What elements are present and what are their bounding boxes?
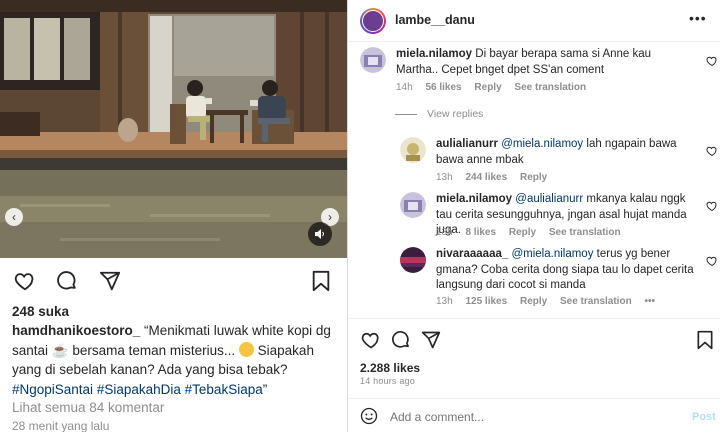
chevron-right-icon: › [328,210,332,224]
post-action-bar [12,268,334,294]
comment-text: nivaraaaaaa_ @miela.nilamoy terus yg ben… [436,247,694,294]
divider-line [395,113,417,115]
bookmark-icon [697,330,713,350]
emoji-icon[interactable] [360,407,378,425]
post-action-bar [348,318,720,398]
avatar[interactable] [400,192,426,218]
comment-likes[interactable]: 125 likes [465,296,507,307]
comments-panel: lambe__danu ••• miela.nilamoy Di bayar b… [348,0,720,432]
hashtag-tebaksiapa[interactable]: #TebakSiapa [185,382,263,397]
reply-button[interactable]: Reply [520,296,547,307]
post-left-panel: ‹ › 248 suka hamdhanikoestoro_ “Menikmat… [0,0,347,432]
comment-username[interactable]: nivaraaaaaa_ [436,248,508,260]
like-button[interactable] [12,268,38,294]
carousel-prev-button[interactable]: ‹ [5,208,23,226]
share-icon [421,331,441,349]
view-replies-button[interactable]: View replies [395,108,483,120]
see-translation-button[interactable]: See translation [549,227,621,238]
post-likes-count[interactable]: 248 suka [12,304,69,319]
heart-icon[interactable] [706,145,718,157]
caption-username[interactable]: hamdhanikoestoro_ [12,323,140,338]
comment-time: 14h [396,82,413,93]
post-comment-button[interactable]: Post [692,411,716,423]
avatar[interactable] [360,47,386,73]
view-all-comments-link[interactable]: Lihat semua 84 komentar [12,400,164,415]
heart-icon [14,273,34,291]
comment-text: miela.nilamoy Di bayar berapa sama si An… [396,47,696,78]
add-comment-bar: Post [348,398,720,432]
hashtag-siapakahdia[interactable]: #SiapakahDia [97,382,181,397]
comment-likes[interactable]: 8 likes [465,227,496,238]
heart-icon[interactable] [706,200,718,212]
caption-end: ” [262,381,268,397]
comment-icon [392,331,409,348]
reply-button[interactable]: Reply [520,172,547,183]
heart-icon[interactable] [706,55,718,67]
heart-icon[interactable] [706,255,718,267]
comment-button[interactable] [388,327,414,353]
reply-item: aulialianurr @miela.nilamoy lah ngapain … [400,137,717,187]
comment-time: 13h [436,227,453,238]
save-button[interactable] [692,327,718,353]
comment-username[interactable]: aulialianurr [436,138,498,150]
comment-time: 13h [436,296,453,307]
comment-time: 13h [436,172,453,183]
comment-button[interactable] [54,268,80,294]
volume-icon [315,229,324,239]
more-options-button[interactable]: ••• [689,10,707,26]
see-translation-button[interactable]: See translation [514,82,586,93]
post-timestamp: 28 menit yang lalu [12,419,110,432]
comment-likes[interactable]: 244 likes [465,172,507,183]
reply-item: nivaraaaaaa_ @miela.nilamoy terus yg ben… [400,247,717,312]
comment-item: miela.nilamoy Di bayar berapa sama si An… [360,47,717,97]
avatar[interactable] [400,247,426,273]
mention-link[interactable]: @miela.nilamoy [501,138,583,150]
caption-text-2: bersama teman misterius... [68,342,239,358]
avatar[interactable] [400,137,426,163]
share-icon [99,271,121,291]
post-header: lambe__danu ••• [348,0,720,42]
reply-item: miela.nilamoy @aulialianurr mkanya kalau… [400,192,717,242]
see-translation-button[interactable]: See translation [560,296,632,307]
mention-link[interactable]: @miela.nilamoy [511,248,593,260]
author-username[interactable]: lambe__danu [395,13,475,27]
view-replies-label: View replies [427,108,484,120]
post-timestamp: 14 hours ago [360,376,415,386]
bookmark-icon [312,270,330,292]
comment-username[interactable]: miela.nilamoy [436,193,512,205]
comment-text: aulialianurr @miela.nilamoy lah ngapain … [436,137,694,168]
reply-button[interactable]: Reply [509,227,536,238]
mention-link[interactable]: @aulialianurr [515,193,583,205]
comment-meta: 13h 244 likes Reply [436,172,557,183]
post-caption: hamdhanikoestoro_ “Menikmati luwak white… [12,321,337,399]
comment-meta: 13h 8 likes Reply See translation [436,227,631,238]
save-button[interactable] [308,268,334,294]
mute-toggle-button[interactable] [308,222,332,246]
comment-likes[interactable]: 56 likes [425,82,461,93]
thinking-emoji-icon [238,341,254,357]
post-media[interactable]: ‹ › [0,0,347,258]
coffee-emoji: ☕ [51,342,69,358]
comment-icon [57,271,76,290]
comment-meta: 14h 56 likes Reply See translation [396,82,596,93]
share-button[interactable] [418,327,444,353]
comment-meta: 13h 125 likes Reply See translation ••• [436,296,665,307]
share-button[interactable] [97,268,123,294]
post-photo [0,0,347,258]
add-comment-input[interactable] [390,410,670,424]
hashtag-ngopisantai[interactable]: #NgopiSantai [12,382,93,397]
post-likes-count[interactable]: 2.288 likes [360,361,420,375]
heart-icon [361,332,379,349]
comment-options-button[interactable]: ••• [644,296,655,307]
reply-button[interactable]: Reply [474,82,501,93]
like-button[interactable] [358,327,384,353]
author-avatar[interactable] [360,8,386,34]
chevron-left-icon: ‹ [12,210,16,224]
comment-username[interactable]: miela.nilamoy [396,48,472,60]
